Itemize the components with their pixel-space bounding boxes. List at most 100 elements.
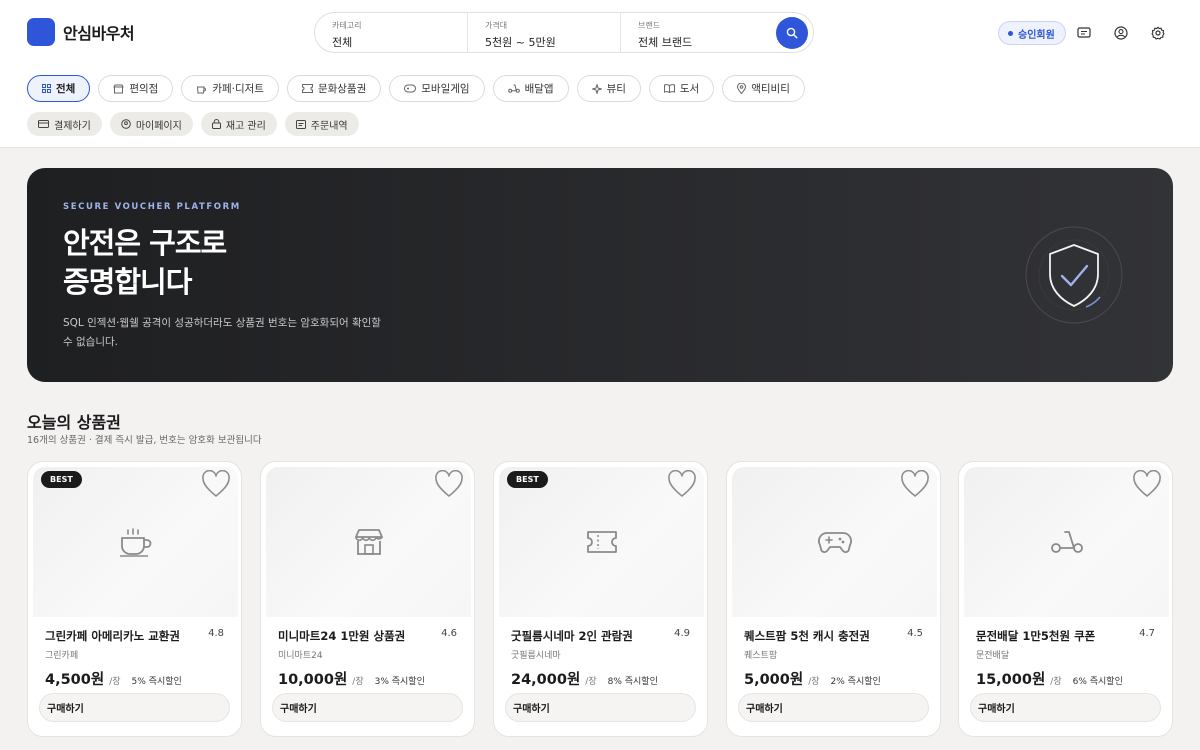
top-header: 안심바우처 카테고리 전체 가격대 5천원 ~ 5만원 브랜드 전체 브랜드 승…: [0, 0, 1200, 148]
search-icon: [786, 27, 798, 39]
product-card[interactable]: 문전배달 1만5천원 쿠폰 4.7 문전배달 15,000원 /장 6% 즉시할…: [958, 461, 1173, 737]
category-chip-beauty[interactable]: 뷰티: [576, 75, 641, 102]
product-price-unit: /장: [1050, 677, 1062, 687]
product-brand: 퀘스트팜: [744, 651, 778, 661]
product-name: 그린카페 아메리카노 교환권: [45, 629, 180, 643]
product-rating: 4.5: [907, 628, 923, 639]
product-price-row: 4,500원 /장 5% 즉시할인: [45, 668, 182, 689]
chip-label: 모바일게임: [421, 83, 470, 95]
product-discount: 5% 즉시할인: [131, 677, 182, 687]
ticket-icon: [301, 84, 313, 93]
receipt-icon: [295, 119, 306, 129]
product-price-row: 15,000원 /장 6% 즉시할인: [976, 668, 1123, 689]
product-price-unit: /장: [352, 677, 364, 687]
chat-icon[interactable]: [1076, 25, 1092, 41]
search-field-price[interactable]: 가격대 5천원 ~ 5만원: [468, 12, 621, 53]
search-field-category[interactable]: 카테고리 전체: [315, 12, 468, 53]
hero-eyebrow: SECURE VOUCHER PLATFORM: [63, 202, 241, 212]
heart-icon[interactable]: [1132, 470, 1162, 498]
search-field-label: 카테고리: [332, 21, 362, 30]
product-brand: 미니마트24: [278, 651, 323, 661]
utility-chips: 결제하기 마이페이지 재고 관리 주문내역: [27, 112, 359, 136]
product-discount: 3% 즉시할인: [374, 677, 425, 687]
card-icon: [38, 120, 49, 128]
chip-label: 문화상품권: [317, 83, 367, 95]
section-title: 오늘의 상품권: [27, 413, 121, 432]
product-card[interactable]: 퀘스트팜 5천 캐시 충전권 4.5 퀘스트팜 5,000원 /장 2% 즉시할…: [726, 461, 941, 737]
product-rating: 4.6: [441, 628, 457, 639]
chip-label: 재고 관리: [225, 120, 266, 132]
buy-button[interactable]: 구매하기: [970, 693, 1161, 722]
product-name: 미니마트24 1만원 상품권: [278, 629, 406, 643]
shield-check-icon: [1025, 226, 1123, 324]
category-chip-activity[interactable]: 액티비티: [722, 75, 805, 102]
buy-button[interactable]: 구매하기: [39, 693, 230, 722]
chip-label: 도서: [679, 83, 700, 95]
product-card[interactable]: 미니마트24 1만원 상품권 4.6 미니마트24 10,000원 /장 3% …: [260, 461, 475, 737]
product-name: 굿필름시네마 2인 관람권: [511, 629, 633, 643]
cup-icon: [197, 86, 207, 93]
search-field-brand[interactable]: 브랜드 전체 브랜드: [621, 12, 774, 53]
product-rating: 4.9: [674, 628, 690, 639]
hero-title-line: 증명합니다: [63, 265, 192, 299]
product-brand: 굿필름시네마: [511, 651, 561, 661]
chip-label: 카페·디저트: [212, 83, 264, 95]
category-chip-delivery[interactable]: 배달앱: [492, 75, 569, 102]
product-name: 문전배달 1만5천원 쿠폰: [976, 629, 1096, 643]
chip-label: 결제하기: [54, 120, 91, 132]
gear-icon[interactable]: [1150, 25, 1166, 41]
inventory-link[interactable]: 재고 관리: [200, 112, 277, 136]
category-chip-culture[interactable]: 문화상품권: [286, 75, 382, 102]
scooter-icon: [1050, 531, 1083, 553]
product-rating: 4.8: [208, 628, 224, 639]
product-brand: 그린카페: [45, 651, 79, 661]
ticket-icon: [586, 531, 617, 553]
product-price-row: 5,000원 /장 2% 즉시할인: [744, 668, 881, 689]
search-field-label: 브랜드: [638, 21, 661, 30]
product-price: 24,000원: [511, 672, 581, 688]
pin-icon: [737, 83, 747, 94]
product-price: 5,000원: [744, 672, 804, 688]
heart-icon[interactable]: [434, 470, 464, 498]
section-subtitle: 16개의 상품권 · 결제 즉시 발급, 번호는 암호화 보관됩니다: [27, 435, 262, 446]
book-icon: [663, 84, 675, 93]
grid-icon: [42, 84, 51, 93]
store-icon: [113, 84, 125, 93]
logo[interactable]: 안심바우처: [27, 18, 135, 46]
buy-button[interactable]: 구매하기: [505, 693, 696, 722]
hero-title-line: 안전은 구조로: [63, 226, 227, 260]
category-chip-books[interactable]: 도서: [648, 75, 715, 102]
user-icon[interactable]: [1113, 25, 1129, 41]
category-chip-mobile-game[interactable]: 모바일게임: [389, 75, 485, 102]
search-button[interactable]: [776, 17, 808, 49]
search-field-value: 5천원 ~ 5만원: [485, 36, 556, 49]
scooter-icon: [507, 84, 520, 93]
order-history-link[interactable]: 주문내역: [284, 112, 359, 136]
product-price: 4,500원: [45, 672, 105, 688]
chip-label: 마이페이지: [135, 120, 182, 132]
checkout-link[interactable]: 결제하기: [27, 112, 102, 136]
buy-button[interactable]: 구매하기: [272, 693, 463, 722]
status-dot: [1008, 30, 1013, 36]
gamepad-icon: [404, 84, 417, 93]
heart-icon[interactable]: [900, 470, 930, 498]
member-badge-label: 승인회원: [1018, 29, 1055, 41]
hero-title: 안전은 구조로 증명합니다: [63, 224, 363, 302]
chip-label: 배달앱: [524, 83, 554, 95]
buy-button[interactable]: 구매하기: [738, 693, 929, 722]
product-price-unit: /장: [808, 677, 820, 687]
search-field-value: 전체: [332, 36, 353, 49]
product-card[interactable]: BEST 그린카페 아메리카노 교환권 4.8 그린카페 4,500원 /장 5…: [27, 461, 242, 737]
category-chip-cafe[interactable]: 카페·디저트: [181, 75, 279, 102]
search-field-value: 전체 브랜드: [638, 36, 693, 49]
product-discount: 2% 즉시할인: [830, 677, 881, 687]
heart-icon[interactable]: [201, 470, 231, 498]
store-icon: [354, 529, 383, 555]
search-field-label: 가격대: [485, 21, 508, 30]
member-status-badge[interactable]: 승인회원: [998, 21, 1066, 45]
mypage-link[interactable]: 마이페이지: [109, 112, 193, 136]
heart-icon[interactable]: [667, 470, 697, 498]
product-card[interactable]: BEST 굿필름시네마 2인 관람권 4.9 굿필름시네마 24,000원 /장…: [493, 461, 708, 737]
category-chip-convenience[interactable]: 편의점: [98, 75, 174, 102]
category-chip-all[interactable]: 전체: [27, 75, 91, 102]
